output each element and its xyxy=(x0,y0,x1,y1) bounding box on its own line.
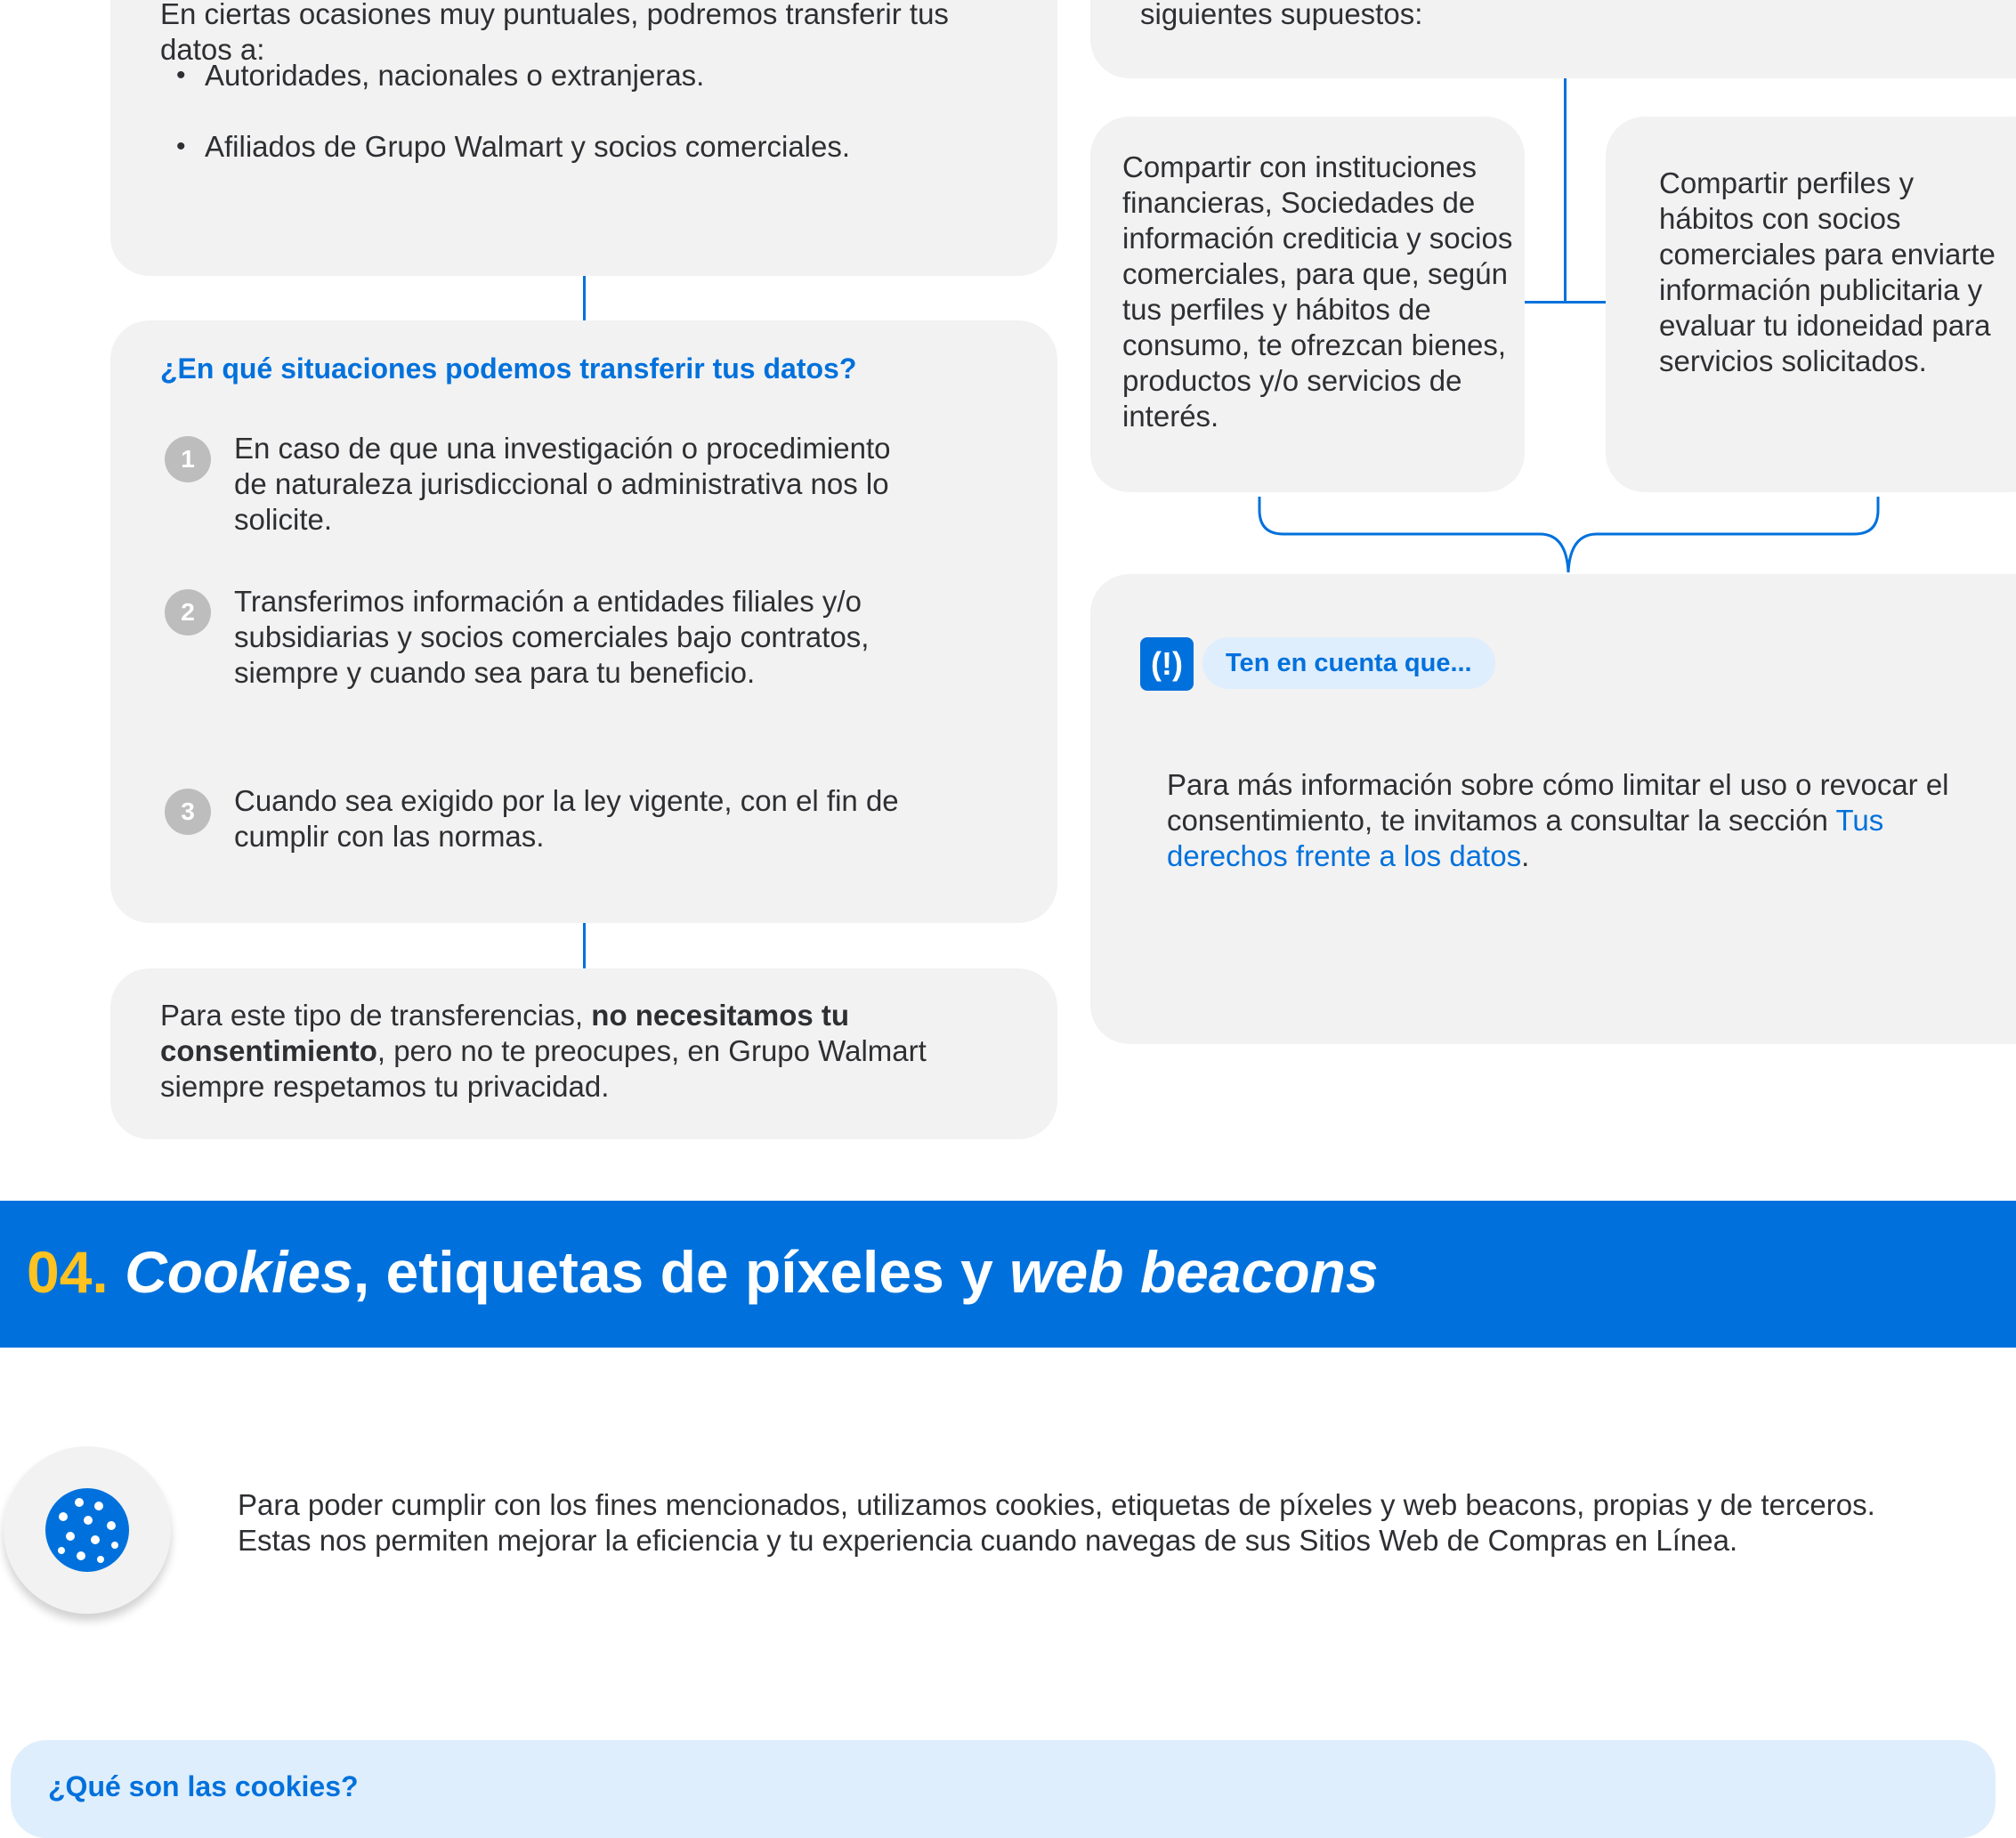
transfer-recipients-card: En ciertas ocasiones muy puntuales, podr… xyxy=(110,0,1057,276)
section-title-web-beacons: web beacons xyxy=(1009,1239,1379,1305)
connector-line xyxy=(583,276,586,320)
consent-note-text: Para este tipo de transferencias, no nec… xyxy=(160,998,988,1105)
situation-text: En caso de que una investigación o proce… xyxy=(234,432,891,536)
cookie-icon-circle xyxy=(4,1446,171,1614)
list-item: Afiliados de Grupo Walmart y socios come… xyxy=(160,129,850,165)
section-number: 04. xyxy=(27,1239,109,1305)
transfer-situations-card: ¿En qué situaciones podemos transferir t… xyxy=(110,320,1057,923)
financial-sharing-text: Compartir con instituciones financieras,… xyxy=(1122,150,1513,433)
section-title: 04. Cookies, etiquetas de píxeles y web … xyxy=(27,1238,1379,1306)
brace-connector xyxy=(1258,497,1880,573)
exclamation-icon: (!) xyxy=(1140,637,1194,691)
step-number-badge: 1 xyxy=(165,436,211,482)
connector-line xyxy=(583,923,586,968)
consent-cases-header-text: siguientes supuestos: xyxy=(1140,0,1423,30)
connector-line xyxy=(1525,301,1606,304)
financial-sharing-card: Compartir con instituciones financieras,… xyxy=(1090,117,1525,492)
situation-text: Transferimos información a entidades fil… xyxy=(234,585,870,689)
situations-title: ¿En qué situaciones podemos transferir t… xyxy=(160,352,857,385)
profile-sharing-text: Compartir perfiles y hábitos con socios … xyxy=(1659,166,1996,377)
section-title-middle: , etiquetas de píxeles y xyxy=(352,1239,1010,1305)
note-text: Para más información sobre cómo limitar … xyxy=(1167,767,1968,874)
consent-text-prefix: Para este tipo de transferencias, xyxy=(160,999,592,1032)
consent-note-card: Para este tipo de transferencias, no nec… xyxy=(110,968,1057,1139)
note-label: Ten en cuenta que... xyxy=(1202,637,1495,689)
recipients-list: Autoridades, nacionales o extranjeras. A… xyxy=(160,58,850,200)
situation-text: Cuando sea exigido por la ley vigente, c… xyxy=(234,784,899,853)
faq-what-are-cookies[interactable]: ¿Qué son las cookies? xyxy=(11,1740,1996,1838)
section-title-cookies: Cookies xyxy=(125,1239,353,1305)
connector-line xyxy=(1564,78,1567,303)
step-number-badge: 3 xyxy=(165,789,211,835)
consent-cases-header-card: siguientes supuestos: xyxy=(1090,0,2016,78)
cookie-icon xyxy=(45,1488,129,1572)
note-text-body: Para más información sobre cómo limitar … xyxy=(1167,768,1949,837)
list-item: Autoridades, nacionales o extranjeras. xyxy=(160,58,850,93)
section-banner: 04. Cookies, etiquetas de píxeles y web … xyxy=(0,1201,2016,1348)
profile-sharing-card: Compartir perfiles y hábitos con socios … xyxy=(1606,117,2016,492)
note-card: (!) Ten en cuenta que... Para más inform… xyxy=(1090,574,2016,1044)
cookies-description: Para poder cumplir con los fines mencion… xyxy=(238,1488,1875,1557)
note-text-end: . xyxy=(1521,839,1530,872)
step-number-badge: 2 xyxy=(165,589,211,636)
faq-title: ¿Qué son las cookies? xyxy=(48,1770,359,1802)
